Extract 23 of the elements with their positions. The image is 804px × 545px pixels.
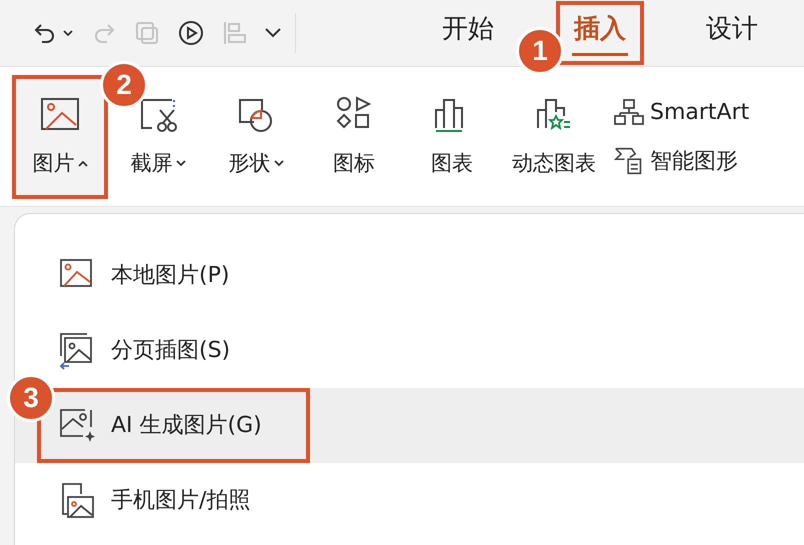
- sparkle-picture-icon: [59, 406, 97, 444]
- smart-graphic-icon: [614, 145, 644, 177]
- ribbon-tab[interactable]: 开始: [424, 1, 512, 65]
- align-icon: [221, 19, 249, 47]
- chart-button[interactable]: 图表: [404, 74, 500, 198]
- hierarchy-icon: [614, 98, 644, 126]
- step-number-badge: 3: [7, 374, 55, 422]
- menu-item[interactable]: 手机图片/拍照: [37, 463, 298, 538]
- ribbon-small-button[interactable]: SmartArt: [614, 96, 750, 128]
- phone-picture-icon: [59, 482, 97, 520]
- copy-icon: [133, 19, 161, 47]
- chevron-down-icon: [265, 28, 281, 38]
- caret-icon: [63, 30, 73, 36]
- play-icon: [177, 19, 205, 47]
- ribbon-tab[interactable]: 设计: [688, 1, 776, 65]
- shapes-button[interactable]: 形状: [208, 74, 304, 198]
- menu-item[interactable]: AI 生成图片(G): [37, 388, 310, 463]
- picture-button[interactable]: 图片: [12, 74, 108, 198]
- ribbon-small-button[interactable]: 智能图形: [614, 144, 750, 178]
- dynamic-chart-button[interactable]: 动态图表: [502, 74, 606, 198]
- menu-item[interactable]: 本地图片(P): [37, 238, 278, 313]
- icons-button[interactable]: 图标: [306, 74, 402, 198]
- step-number-badge: 1: [516, 27, 564, 75]
